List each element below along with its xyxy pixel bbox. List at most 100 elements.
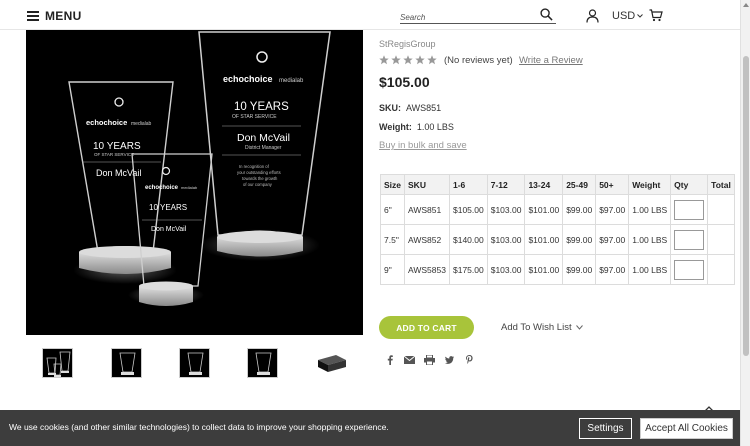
search-input[interactable]	[400, 10, 536, 25]
artwork-service: OF STAR SERVICE	[232, 114, 277, 120]
award-artwork: echochoice medialab 10 YEARS OF STAR SER…	[68, 31, 331, 306]
table-header: 25-49	[562, 174, 597, 195]
svg-text:Don McVail: Don McVail	[151, 226, 187, 233]
rating-stars	[379, 55, 437, 65]
product-page: MENU USD	[0, 0, 750, 446]
table-cell: AWS852	[404, 224, 450, 255]
table-cell: $99.00	[562, 254, 597, 285]
thumbnail-3[interactable]	[179, 348, 210, 378]
print-icon[interactable]	[424, 354, 435, 365]
sku-value: AWS851	[406, 103, 442, 113]
scroll-thumb[interactable]	[743, 56, 749, 356]
user-account-icon[interactable]	[586, 9, 599, 23]
table-cell: $105.00	[448, 194, 488, 225]
scroll-up-arrow[interactable]	[743, 3, 749, 7]
currency-selector[interactable]: USD	[612, 10, 644, 22]
weight-label: Weight:	[379, 122, 412, 132]
table-cell	[670, 194, 709, 225]
page-scrollbar[interactable]	[740, 0, 750, 446]
thumbnail-2[interactable]	[111, 348, 142, 378]
hamburger-icon	[27, 11, 39, 21]
cart-icon[interactable]	[649, 9, 663, 22]
quantity-input-7-5in[interactable]	[674, 229, 705, 250]
table-cell	[670, 224, 709, 255]
add-to-wishlist-button[interactable]: Add To Wish List	[501, 322, 583, 333]
table-row: 7.5" AWS852 $140.00 $103.00 $101.00 $99.…	[379, 224, 735, 255]
table-header: 1-6	[448, 174, 488, 195]
social-share-bar	[384, 354, 475, 365]
cookie-consent-bar: We use cookies (and other similar techno…	[0, 410, 740, 446]
table-header: 50+	[595, 174, 630, 195]
table-row: 6" AWS851 $105.00 $103.00 $101.00 $99.00…	[379, 194, 735, 225]
svg-text:OF STAR SERVICE: OF STAR SERVICE	[94, 152, 134, 157]
svg-text:echochoice: echochoice	[86, 118, 127, 127]
table-cell: $101.00	[524, 194, 564, 225]
table-cell	[670, 254, 709, 285]
review-count: (No reviews yet)	[444, 55, 513, 66]
sku-line: SKU: AWS851	[379, 103, 441, 113]
table-cell: 9"	[379, 254, 406, 285]
chevron-down-icon	[637, 14, 644, 18]
svg-text:10 YEARS: 10 YEARS	[93, 141, 141, 152]
table-row: 9" AWS5853 $175.00 $103.00 $101.00 $99.0…	[379, 254, 735, 285]
thumbnail-1[interactable]	[42, 348, 73, 378]
quantity-input-6in[interactable]	[674, 199, 705, 220]
artwork-brand: echochoice	[223, 74, 273, 84]
quantity-input-9in[interactable]	[674, 259, 705, 280]
svg-text:10 YEARS: 10 YEARS	[149, 203, 187, 212]
product-price: $105.00	[379, 74, 430, 90]
weight-value: 1.00 LBS	[416, 122, 454, 132]
email-icon[interactable]	[404, 354, 415, 365]
main-product-image[interactable]: echochoice medialab 10 YEARS OF STAR SER…	[26, 30, 363, 335]
pinterest-icon[interactable]	[464, 354, 475, 365]
table-cell-total	[707, 194, 735, 225]
site-header: MENU USD	[0, 0, 740, 30]
table-header: Size	[379, 174, 406, 195]
table-cell: $103.00	[486, 224, 526, 255]
table-cell-total	[707, 224, 735, 255]
twitter-icon[interactable]	[444, 354, 455, 365]
table-header: Total	[707, 174, 735, 195]
star-icon	[415, 55, 425, 65]
chevron-down-icon	[575, 325, 583, 330]
accept-all-cookies-button[interactable]: Accept All Cookies	[640, 418, 733, 439]
product-brand[interactable]: StRegisGroup	[379, 39, 436, 49]
star-icon	[403, 55, 413, 65]
pricing-table: Size SKU 1-6 7-12 13-24 25-49 50+ Weight…	[379, 174, 735, 285]
table-cell: $140.00	[448, 224, 488, 255]
search-icon[interactable]	[540, 8, 553, 21]
table-cell: $101.00	[524, 224, 564, 255]
table-header-row: Size SKU 1-6 7-12 13-24 25-49 50+ Weight…	[379, 174, 735, 195]
bulk-pricing-link[interactable]: Buy in bulk and save	[379, 140, 467, 151]
star-icon	[379, 55, 389, 65]
artwork-caption-3: towards the growth	[242, 176, 278, 181]
table-cell: $99.00	[562, 224, 597, 255]
menu-label: MENU	[45, 9, 82, 23]
svg-text:medialab: medialab	[131, 121, 152, 127]
star-icon	[427, 55, 437, 65]
write-review-link[interactable]: Write a Review	[519, 55, 583, 66]
table-cell: $97.00	[595, 224, 630, 255]
sku-label: SKU:	[379, 103, 401, 113]
menu-button[interactable]: MENU	[27, 9, 82, 23]
search-box	[400, 7, 556, 25]
cookie-settings-button[interactable]: Settings	[579, 418, 632, 439]
add-to-cart-button[interactable]: ADD TO CART	[379, 316, 474, 339]
artwork-brand-sub: medialab	[279, 78, 304, 84]
facebook-icon[interactable]	[384, 354, 395, 365]
table-cell: 6"	[379, 194, 406, 225]
table-cell-total	[707, 254, 735, 285]
thumbnail-5-box[interactable]	[316, 348, 347, 378]
artwork-name: Don McVail	[237, 132, 290, 144]
table-cell: $103.00	[486, 254, 526, 285]
table-header: Qty	[670, 174, 709, 195]
table-cell: $97.00	[595, 254, 630, 285]
svg-text:echochoice: echochoice	[145, 185, 179, 191]
table-header: SKU	[404, 174, 450, 195]
table-cell: AWS851	[404, 194, 450, 225]
table-cell: 7.5"	[379, 224, 406, 255]
table-cell: AWS5853	[404, 254, 450, 285]
thumbnail-4[interactable]	[247, 348, 278, 378]
table-cell: $101.00	[524, 254, 564, 285]
table-cell: 1.00 LBS	[628, 224, 672, 255]
